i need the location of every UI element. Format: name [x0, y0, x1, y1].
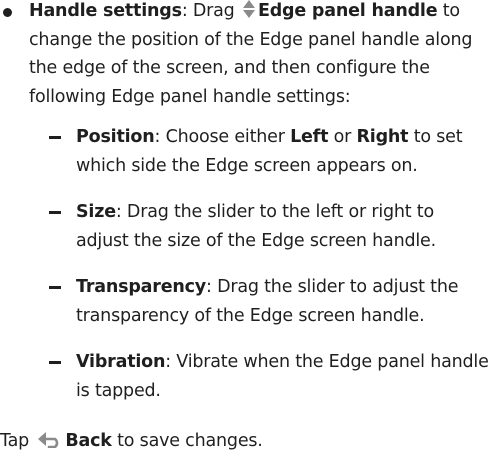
- vibration-term: Vibration: [76, 352, 166, 372]
- position-text-2: or: [328, 127, 357, 147]
- position-text-1: : Choose either: [154, 127, 291, 147]
- manual-page: Handle settings: Drag Edge panel handle …: [0, 0, 492, 455]
- transparency-term: Transparency: [76, 277, 207, 297]
- right-option: Right: [356, 127, 409, 147]
- dash-icon: [49, 136, 61, 139]
- up-down-arrows-icon: [242, 0, 256, 19]
- dash-icon: [49, 211, 61, 214]
- footer-suffix: to save changes.: [111, 431, 263, 451]
- dash-icon: [49, 286, 61, 289]
- transparency-item: Transparency: Drag the slider to adjust …: [29, 273, 489, 330]
- vibration-item: Vibration: Vibrate when the Edge panel h…: [29, 348, 489, 405]
- handle-settings-heading: Handle settings: [29, 1, 182, 21]
- size-text: : Drag the slider to the left or right t…: [76, 202, 436, 251]
- handle-settings-sublist: Position: Choose either Left or Right to…: [29, 123, 489, 423]
- size-item: Size: Drag the slider to the left or rig…: [29, 198, 489, 255]
- left-option: Left: [290, 127, 329, 147]
- edge-panel-handle-label: Edge panel handle: [257, 1, 438, 21]
- position-term: Position: [76, 127, 155, 147]
- handle-settings-text: Handle settings: Drag Edge panel handle …: [29, 0, 489, 111]
- footer-prefix: Tap: [0, 431, 35, 451]
- bullet-icon: [3, 8, 12, 17]
- size-term: Size: [76, 202, 116, 222]
- back-arrow-icon: [37, 429, 63, 449]
- dash-icon: [49, 361, 61, 364]
- handle-settings-intro: : Drag: [181, 1, 240, 21]
- back-label: Back: [65, 431, 112, 451]
- position-item: Position: Choose either Left or Right to…: [29, 123, 489, 180]
- footer-line: Tap Back to save changes.: [0, 427, 492, 456]
